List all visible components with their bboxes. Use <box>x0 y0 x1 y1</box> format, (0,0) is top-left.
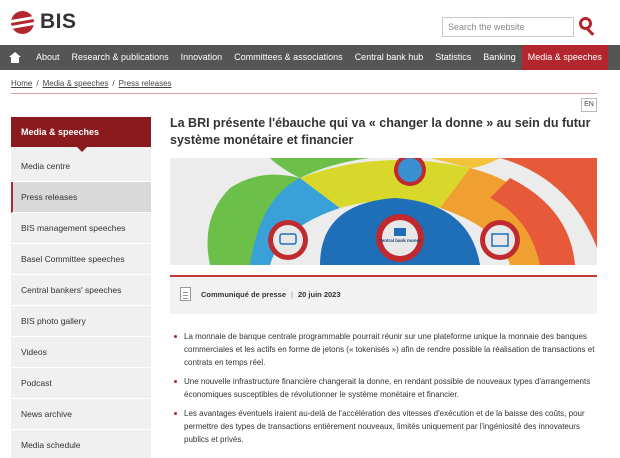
nav-statistics[interactable]: Statistics <box>429 45 477 70</box>
sidebar-item-central-bankers-speeches[interactable]: Central bankers' speeches <box>11 275 151 306</box>
main-nav: About Research & publications Innovation… <box>0 45 620 70</box>
hero-label: Central bank money <box>378 238 422 243</box>
document-icon <box>180 287 191 301</box>
language-switch[interactable]: EN <box>581 98 597 112</box>
list-item: La monnaie de banque centrale programmab… <box>170 330 597 369</box>
sidebar-item-press-releases[interactable]: Press releases <box>11 182 151 213</box>
hero-image: Central bank money <box>170 158 597 265</box>
nav-committees-associations[interactable]: Committees & associations <box>228 45 349 70</box>
sidebar-item-photo-gallery[interactable]: BIS photo gallery <box>11 306 151 337</box>
page-title: La BRI présente l'ébauche qui va « chang… <box>170 116 591 147</box>
sidebar-heading[interactable]: Media & speeches <box>11 117 151 152</box>
nav-innovation[interactable]: Innovation <box>175 45 229 70</box>
meta-date: 20 juin 2023 <box>297 290 341 299</box>
nav-research-publications[interactable]: Research & publications <box>66 45 175 70</box>
breadcrumb-media[interactable]: Media & speeches <box>43 79 109 88</box>
search-input[interactable]: Search the website <box>442 17 574 37</box>
sidebar-item-videos[interactable]: Videos <box>11 337 151 368</box>
meta-type: Communiqué de presse <box>201 290 287 299</box>
list-item: Les avantages éventuels iraient au-delà … <box>170 407 597 446</box>
nav-media-speeches[interactable]: Media & speeches <box>521 45 608 70</box>
nav-about[interactable]: About <box>30 45 66 70</box>
list-item: Une nouvelle infrastructure financière c… <box>170 375 597 401</box>
sidebar-item-basel-committee-speeches[interactable]: Basel Committee speeches <box>11 244 151 275</box>
summary-list: La monnaie de banque centrale programmab… <box>170 330 597 452</box>
sidebar-item-podcast[interactable]: Podcast <box>11 368 151 399</box>
nav-central-bank-hub[interactable]: Central bank hub <box>349 45 430 70</box>
home-icon[interactable] <box>0 45 30 70</box>
sidebar-item-bis-management-speeches[interactable]: BIS management speeches <box>11 213 151 244</box>
nav-banking[interactable]: Banking <box>477 45 522 70</box>
site-header: BIS Search the website <box>0 0 620 45</box>
search-button[interactable] <box>578 16 596 36</box>
bis-logo[interactable]: BIS <box>11 10 77 34</box>
breadcrumb-home[interactable]: Home <box>11 79 32 88</box>
breadcrumb: Home / Media & speeches / Press releases <box>11 79 172 88</box>
logo-text: BIS <box>40 10 77 33</box>
sidebar-item-media-schedule[interactable]: Media schedule <box>11 430 151 458</box>
breadcrumb-press-releases[interactable]: Press releases <box>119 79 172 88</box>
divider <box>11 93 597 94</box>
sidebar-nav: Media & speeches Media centre Press rele… <box>11 117 151 458</box>
article-meta: Communiqué de presse | 20 juin 2023 <box>170 277 597 314</box>
puzzle-illustration: Central bank money <box>170 158 597 265</box>
sidebar-item-news-archive[interactable]: News archive <box>11 399 151 430</box>
sidebar-item-media-centre[interactable]: Media centre <box>11 151 151 182</box>
search-icon <box>579 17 592 30</box>
bis-logo-icon <box>11 10 34 34</box>
